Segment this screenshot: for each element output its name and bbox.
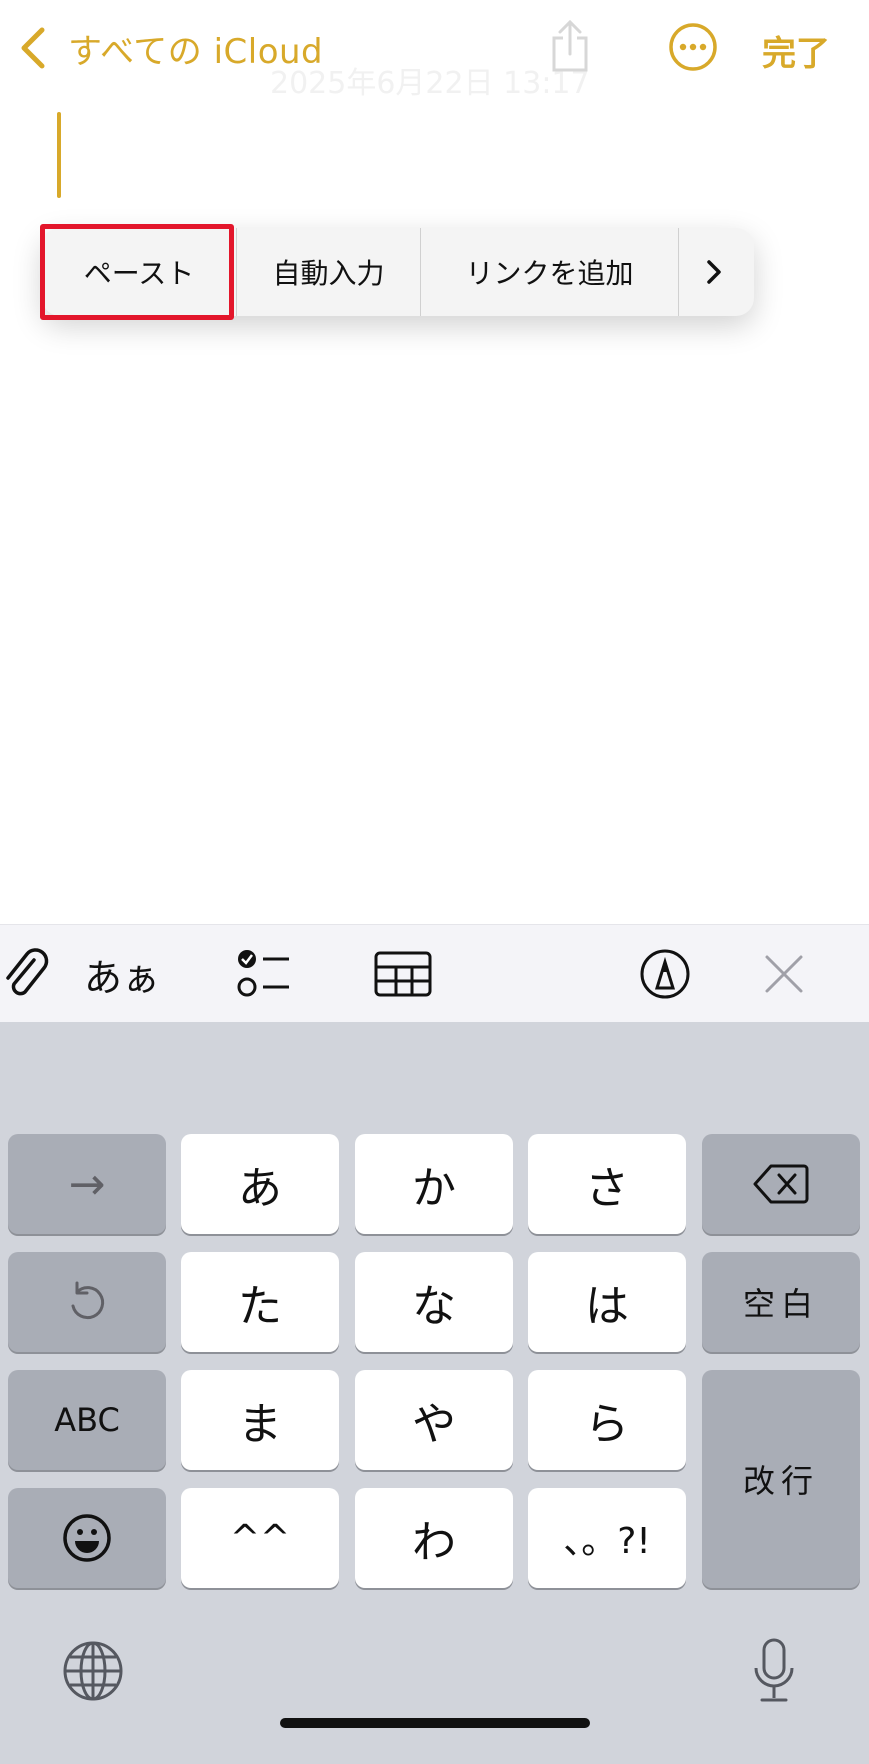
key-ya[interactable]: や (355, 1370, 513, 1470)
autofill-menu-item[interactable]: 自動入力 (236, 228, 420, 316)
format-label: あぁ (83, 955, 160, 1000)
key-punctuation[interactable]: 、。?! (528, 1488, 686, 1588)
home-indicator (280, 1718, 590, 1728)
undo-icon (71, 1281, 105, 1320)
key-na[interactable]: な (355, 1252, 513, 1352)
format-icon[interactable]: あぁ (82, 925, 162, 1023)
share-icon[interactable] (546, 18, 594, 78)
attachment-icon[interactable] (0, 925, 50, 1023)
emoji-key[interactable] (8, 1488, 166, 1588)
note-date-ghost: 2025年6月22日 13:17 (270, 66, 590, 101)
arrow-right-key[interactable]: → (8, 1134, 166, 1234)
chevron-left-icon[interactable] (18, 26, 48, 74)
microphone-icon[interactable] (750, 1638, 798, 1708)
close-icon[interactable] (762, 925, 806, 1023)
key-kaomoji[interactable]: ^^ (181, 1488, 339, 1588)
done-button[interactable]: 完了 (762, 26, 830, 75)
globe-icon[interactable] (62, 1640, 124, 1706)
key-ka[interactable]: か (355, 1134, 513, 1234)
abc-key[interactable]: ABC (8, 1370, 166, 1470)
more-icon[interactable] (668, 22, 718, 76)
japanese-keyboard: → あ か さ た な は 空白 ABC ま や ら 改行 ^^ わ 、。?! (0, 1022, 869, 1764)
delete-icon (753, 1164, 809, 1204)
add-link-menu-item[interactable]: リンクを追加 (420, 228, 678, 316)
key-a[interactable]: あ (181, 1134, 339, 1234)
table-icon[interactable] (372, 925, 434, 1023)
text-caret (57, 112, 61, 198)
key-ma[interactable]: ま (181, 1370, 339, 1470)
return-key[interactable]: 改行 (702, 1370, 860, 1588)
space-key[interactable]: 空白 (702, 1252, 860, 1352)
key-sa[interactable]: さ (528, 1134, 686, 1234)
delete-key[interactable] (702, 1134, 860, 1234)
markup-icon[interactable] (638, 925, 692, 1023)
key-ta[interactable]: た (181, 1252, 339, 1352)
key-ra[interactable]: ら (528, 1370, 686, 1470)
key-ha[interactable]: は (528, 1252, 686, 1352)
undo-key[interactable] (8, 1252, 166, 1352)
format-toolbar: あぁ (0, 924, 869, 1023)
key-wa[interactable]: わ (355, 1488, 513, 1588)
chevron-right-icon[interactable] (678, 228, 748, 316)
checklist-icon[interactable] (230, 925, 300, 1023)
emoji-icon (63, 1514, 111, 1562)
navigation-bar: すべての iCloud 2025年6月22日 13:17 完了 (0, 0, 869, 101)
highlight-box (40, 224, 234, 320)
